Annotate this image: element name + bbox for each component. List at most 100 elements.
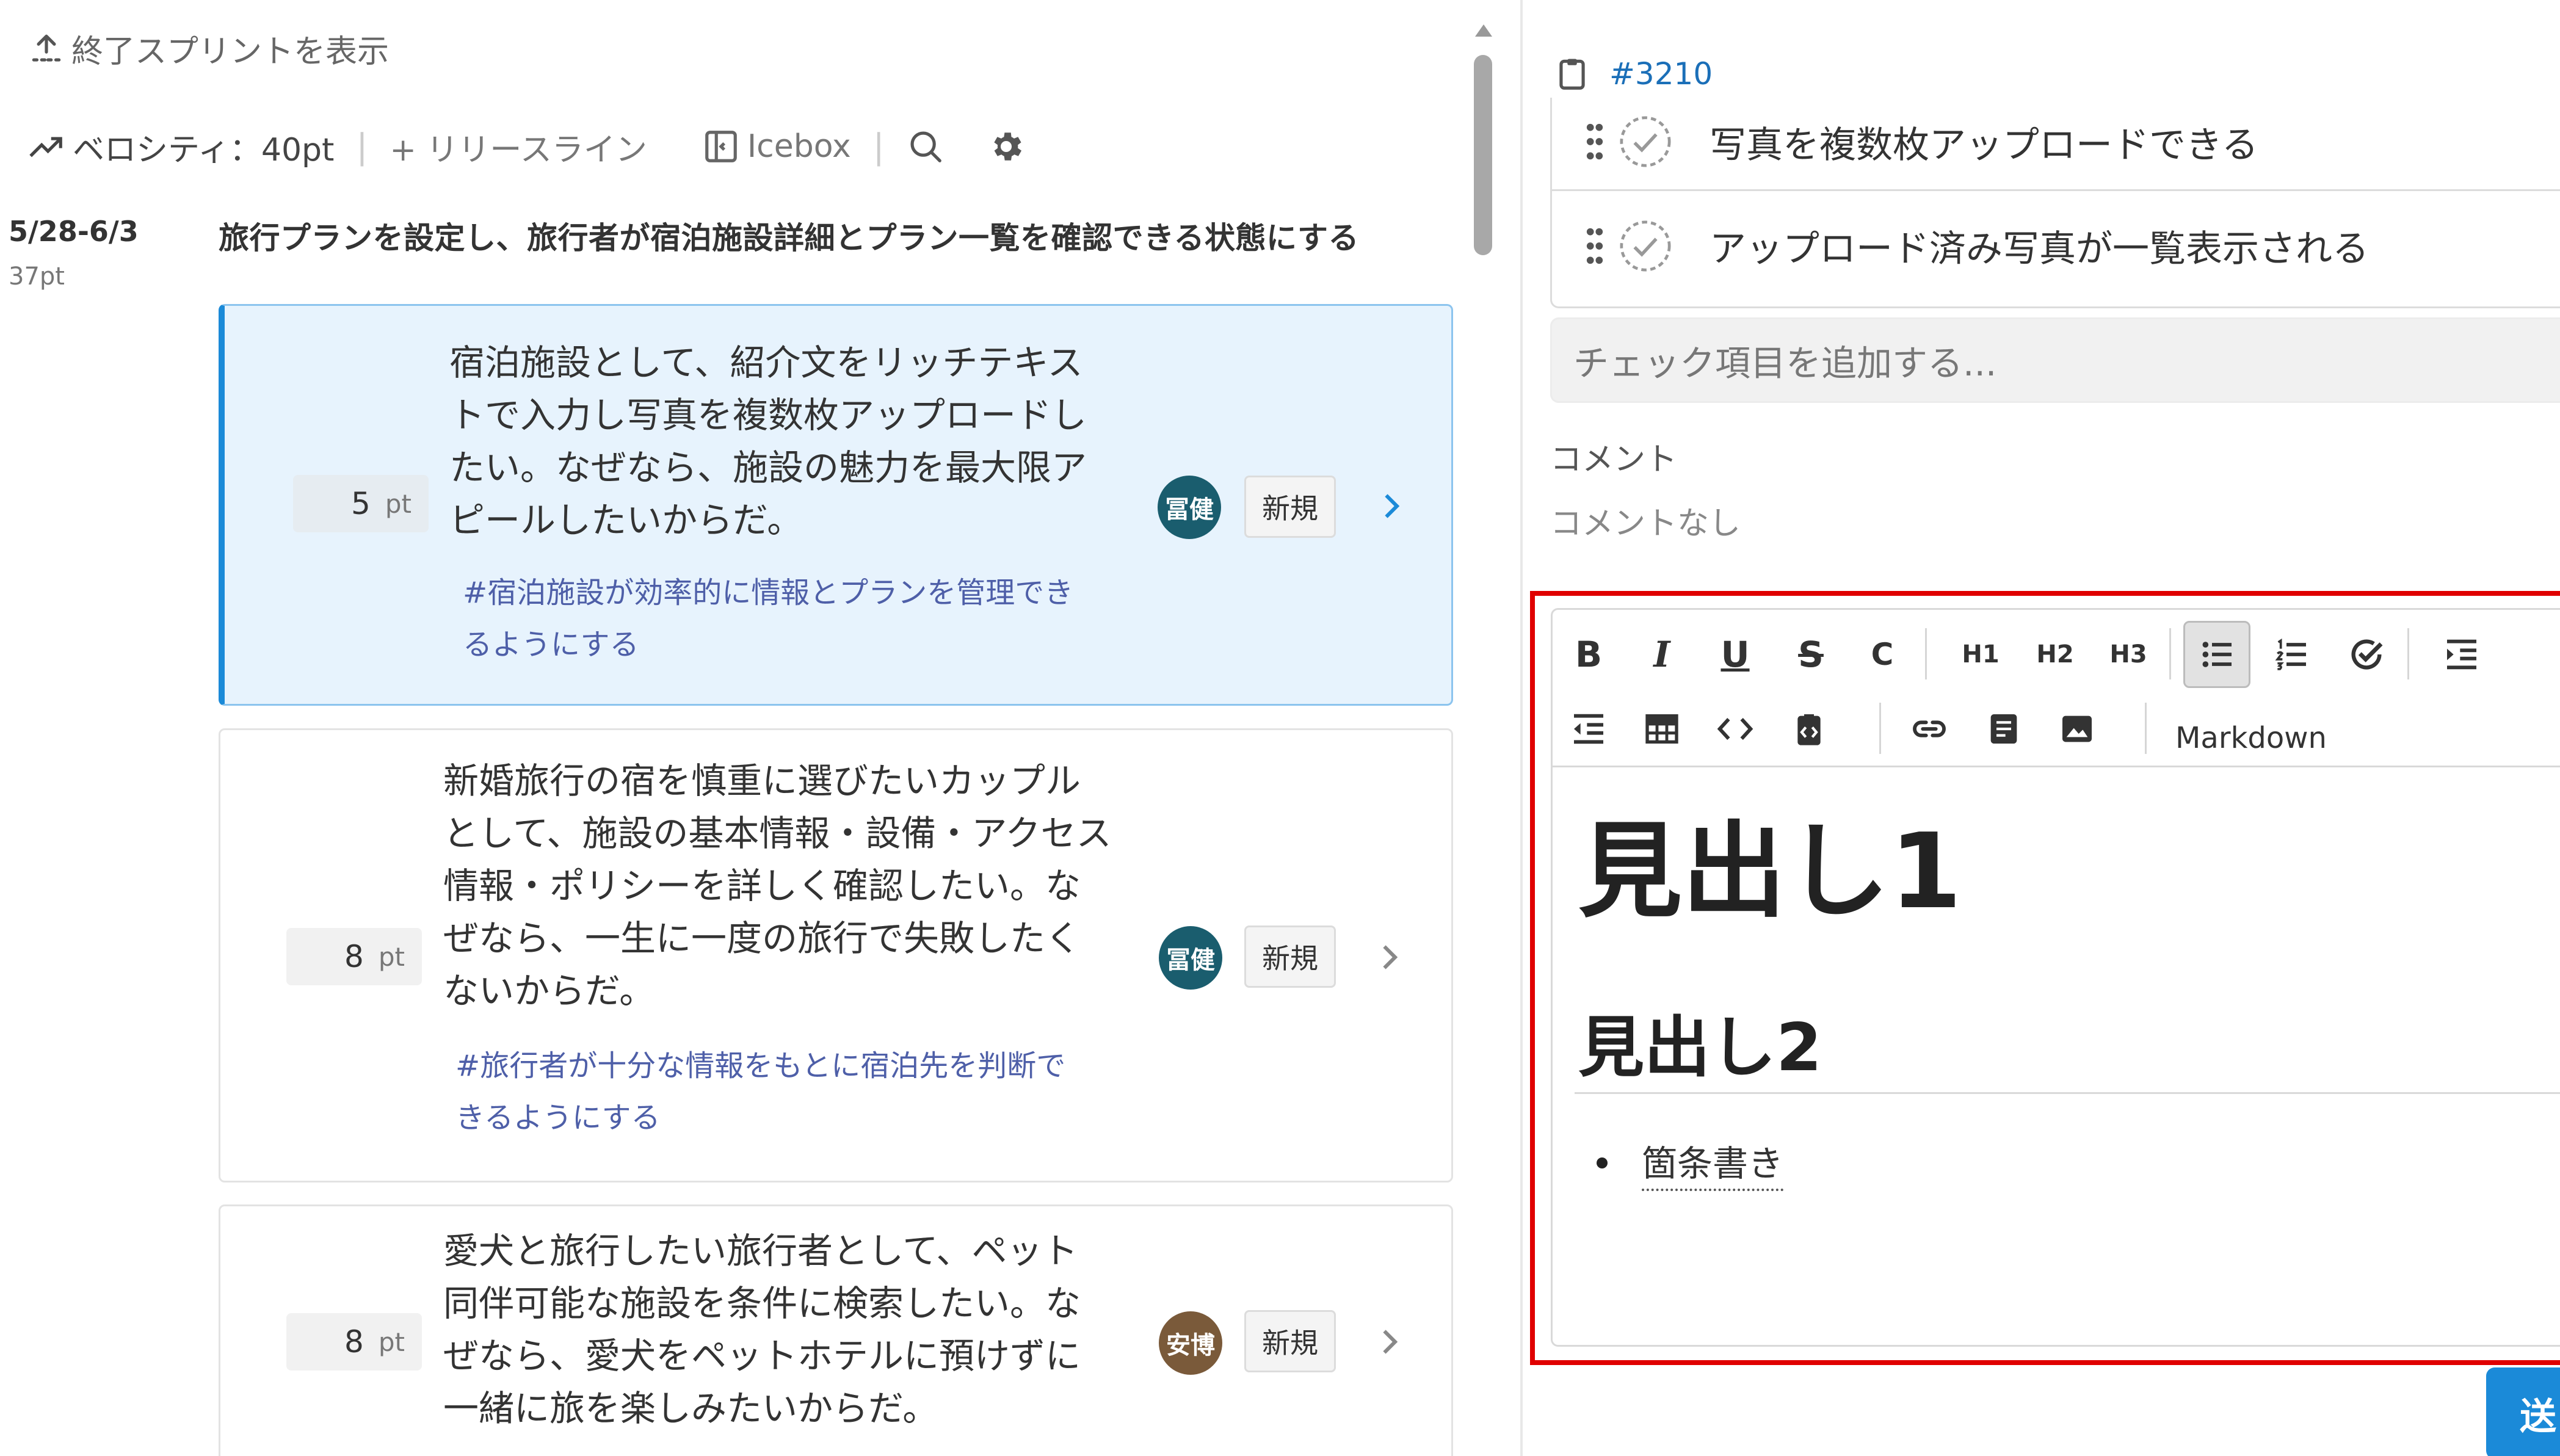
indent-icon <box>2447 639 2476 670</box>
document-icon <box>1990 714 2017 744</box>
strikethrough-button[interactable]: S <box>1777 621 1844 688</box>
table-icon <box>1645 714 1678 744</box>
code-block-button[interactable] <box>1775 695 1843 762</box>
story-card[interactable]: 8 pt 愛犬と旅行したい旅行者として、ペット 同伴可能な施設を条件に検索したい。… <box>219 1204 1453 1456</box>
italic-button[interactable]: I <box>1628 621 1695 688</box>
ordered-list-icon <box>2275 638 2306 670</box>
checklist: 写真を複数枚アップロードできる アップロード済み写真が一覧表示される <box>1550 98 2560 308</box>
checklist-item[interactable]: 写真を複数枚アップロードできる <box>1552 93 2560 190</box>
ordered-list-button[interactable] <box>2258 621 2325 688</box>
link-icon <box>1913 720 1946 737</box>
status-badge[interactable]: 新規 <box>1244 1310 1336 1372</box>
show-ended-sprints-label: 終了スプリントを表示 <box>71 34 390 70</box>
story-points[interactable]: 5 pt <box>293 475 429 532</box>
search-button[interactable] <box>907 128 945 165</box>
scroll-up-arrow[interactable] <box>1475 24 1492 37</box>
story-text: 愛犬と旅行したい旅行者として、ペット 同伴可能な施設を条件に検索したい。な ぜな… <box>443 1230 1081 1429</box>
checklist-item-label: アップロード済み写真が一覧表示される <box>1710 228 2369 270</box>
outdent-icon <box>1574 714 1603 744</box>
toolbar-separator: | <box>872 126 885 167</box>
image-button[interactable] <box>2043 695 2111 762</box>
heading-rule <box>1575 1092 2560 1094</box>
epic-link[interactable]: #宿泊施設が効率的に情報とプランを管理でき るようにする <box>463 567 1134 671</box>
send-button[interactable]: 送 <box>2486 1367 2560 1456</box>
check-circle-icon[interactable] <box>1617 217 1674 275</box>
editor-divider <box>1553 766 2560 767</box>
backlog-toolbar: ベロシティ：40pt | + リリースライン Icebox | <box>27 122 1025 171</box>
comment-heading: コメント <box>1550 441 1678 478</box>
toolbar-separator: | <box>356 126 368 167</box>
drag-handle-icon[interactable] <box>1583 225 1607 267</box>
outdent-button[interactable] <box>1555 695 1622 762</box>
code-button[interactable] <box>1702 695 1769 762</box>
settings-button[interactable] <box>987 128 1025 165</box>
release-line-label: + リリースライン <box>390 131 647 168</box>
story-points[interactable]: 8 pt <box>286 1313 422 1371</box>
content-bullet-item: 箇条書き <box>1597 1135 1784 1191</box>
toolbar-separator <box>1925 628 1927 679</box>
image-icon <box>2062 715 2092 742</box>
story-text: 宿泊施設として、紹介文をリッチテキス トで入力し写真を複数枚アップロードし たい… <box>449 342 1087 541</box>
drag-handle-icon[interactable] <box>1583 120 1607 163</box>
avatar[interactable]: 冨健 <box>1158 476 1221 539</box>
chevron-right-icon[interactable] <box>1371 1324 1407 1360</box>
underline-button[interactable]: U <box>1702 621 1769 688</box>
story-text: 新婚旅行の宿を慎重に選びたいカップル として、施設の基本情報・設備・アクセス 情… <box>443 760 1112 1012</box>
toolbar-separator <box>2407 628 2409 679</box>
sprint-date-range: 5/28-6/3 <box>9 215 139 248</box>
checklist-divider <box>1552 189 2560 191</box>
bold-button[interactable]: B <box>1555 621 1622 688</box>
chevron-right-icon[interactable] <box>1371 939 1407 976</box>
story-points[interactable]: 8 pt <box>286 928 422 985</box>
toolbar-separator <box>2169 628 2171 679</box>
indent-button[interactable] <box>2428 621 2495 688</box>
toolbar-separator <box>1879 703 1881 754</box>
chevron-right-icon[interactable] <box>1372 488 1409 524</box>
add-checklist-input[interactable]: チェック項目を追加する... <box>1550 317 2560 403</box>
bullet-text: 箇条書き <box>1642 1135 1784 1191</box>
link-button[interactable] <box>1896 695 1963 762</box>
gear-icon <box>993 132 1021 161</box>
content-heading-2: 見出し2 <box>1578 1010 1822 1086</box>
show-ended-sprints-button[interactable]: 終了スプリントを表示 <box>27 26 389 71</box>
heading1-button[interactable]: H1 <box>1947 621 2014 688</box>
bullet-list-button[interactable] <box>2183 621 2250 688</box>
comment-editor[interactable]: B I U S C H1 H2 H3 Markdown 見出し1 見出し2 箇条… <box>1551 608 2560 1347</box>
status-badge[interactable]: 新規 <box>1244 925 1336 988</box>
code-icon <box>1717 718 1753 740</box>
sprint-goal: 旅行プランを設定し、旅行者が宿泊施設詳細とプラン一覧を確認できる状態にする <box>219 220 1359 256</box>
story-card[interactable]: 5 pt 宿泊施設として、紹介文をリッチテキス トで入力し写真を複数枚アップロード… <box>219 304 1453 706</box>
icebox-button[interactable]: Icebox <box>702 128 851 165</box>
issue-detail-pane: #3210 写真を複数枚アップロードできる アップロード済み写真が一覧表示される… <box>1523 0 2560 1456</box>
avatar[interactable]: 安博 <box>1159 1311 1222 1375</box>
backlog-pane: 終了スプリントを表示 ベロシティ：40pt | + リリースライン Icebox… <box>0 0 1520 1456</box>
icebox-label: Icebox <box>747 128 851 165</box>
trending-up-icon <box>29 137 62 158</box>
inline-code-button[interactable]: C <box>1849 621 1916 688</box>
heading2-button[interactable]: H2 <box>2022 621 2089 688</box>
check-circle-icon <box>2351 639 2383 670</box>
issue-id[interactable]: #3210 <box>1553 54 1713 94</box>
release-line-button[interactable]: + リリースライン <box>390 124 647 170</box>
scroll-thumb[interactable] <box>1474 55 1492 255</box>
issue-id-label: #3210 <box>1609 56 1713 92</box>
story-card[interactable]: 8 pt 新婚旅行の宿を慎重に選びたいカップル として、施設の基本情報・設備・アク… <box>219 728 1453 1183</box>
epic-link[interactable]: #旅行者が十分な情報をもとに宿泊先を判断で きるようにする <box>455 1040 1127 1144</box>
content-heading-1: 見出し1 <box>1578 811 1962 932</box>
clipboard-icon <box>1559 59 1585 90</box>
checklist-item[interactable]: アップロード済み写真が一覧表示される <box>1552 201 2560 290</box>
document-button[interactable] <box>1970 695 2037 762</box>
status-badge[interactable]: 新規 <box>1244 476 1336 538</box>
velocity-button[interactable]: ベロシティ：40pt <box>27 124 334 170</box>
upload-arrow-icon <box>32 34 61 62</box>
task-list-button[interactable] <box>2333 621 2400 688</box>
table-button[interactable] <box>1628 695 1695 762</box>
avatar[interactable]: 冨健 <box>1159 926 1222 990</box>
highlight-box: B I U S C H1 H2 H3 Markdown 見出し1 見出し2 箇条… <box>1530 591 2560 1365</box>
bullet-list-icon <box>2202 642 2232 667</box>
search-icon <box>910 131 941 162</box>
heading3-button[interactable]: H3 <box>2095 621 2162 688</box>
backlog-scrollbar[interactable] <box>1471 18 1496 1456</box>
check-circle-icon[interactable] <box>1617 113 1674 170</box>
markdown-toggle[interactable]: Markdown <box>2175 708 2327 769</box>
